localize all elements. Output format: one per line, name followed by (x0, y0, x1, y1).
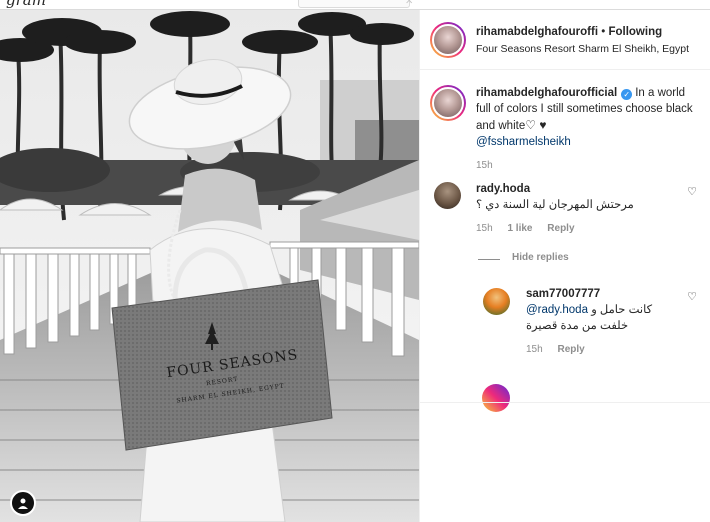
comment-reply-button[interactable]: Reply (547, 223, 574, 234)
next-reply-avatar[interactable] (482, 384, 510, 412)
comment-meta: 15h 1 like Reply (476, 223, 683, 234)
clear-search-icon[interactable]: ✕ (405, 0, 413, 7)
heart-outline-icon[interactable]: ♡ (687, 185, 697, 198)
reply-text-block: sam77007777 @rady.hoda كانت حامل و خلفت … (526, 286, 683, 334)
hide-replies-toggle[interactable]: Hide replies (478, 252, 710, 266)
post-details-panel: rihamabdelghafouroffi • Following Four S… (419, 10, 710, 522)
search-input[interactable]: Search (298, 0, 410, 8)
author-username-link[interactable]: rihamabdelghafouroffi (476, 26, 598, 38)
comment-text-block: rady.hoda مرحتش المهرجان لية السنة دي ؟ (476, 181, 683, 213)
top-nav: gram Search ✕ (0, 0, 710, 10)
caption-username-link[interactable]: rihamabdelghafourofficial (476, 87, 617, 99)
following-button[interactable]: Following (608, 26, 662, 38)
photo-scene (0, 10, 419, 522)
comment-item: rady.hoda مرحتش المهرجان لية السنة دي ؟ 1… (420, 181, 710, 234)
caption-meta: 15h (476, 160, 701, 171)
reply-avatar[interactable] (483, 288, 510, 315)
caption-avatar[interactable] (430, 85, 466, 121)
hide-replies-line (478, 259, 500, 260)
caption-hearts: ♡ ♥ (525, 118, 547, 132)
author-avatar[interactable] (430, 22, 466, 58)
heart-outline-icon[interactable]: ♡ (687, 290, 697, 303)
post-header: rihamabdelghafouroffi • Following Four S… (420, 10, 710, 70)
reply-timestamp[interactable]: 15h (526, 344, 543, 355)
caption: rihamabdelghafourofficial ✓ In a world ful… (420, 71, 710, 171)
reply-username-link[interactable]: sam77007777 (526, 288, 600, 300)
tagged-user-icon[interactable] (10, 490, 36, 516)
separator-dot: • (601, 26, 606, 38)
comment-text: مرحتش المهرجان لية السنة دي ؟ (476, 199, 634, 211)
reply-mention-link[interactable]: @rady.hoda (526, 304, 588, 316)
reply-item: sam77007777 @rady.hoda كانت حامل و خلفت … (420, 286, 710, 355)
comments-list: rihamabdelghafourofficial ✓ In a world ful… (420, 71, 710, 355)
comment-likes-count[interactable]: 1 like (507, 223, 532, 234)
reply-reply-button[interactable]: Reply (557, 344, 584, 355)
caption-text-block: rihamabdelghafourofficial ✓ In a world ful… (476, 85, 701, 150)
hide-replies-label: Hide replies (512, 252, 569, 263)
caption-mention-link[interactable]: @fssharmelsheikh (476, 136, 571, 148)
post-photo[interactable]: FOUR SEASONS RESORT SHARM EL SHEIKH, EGY… (0, 10, 419, 522)
location-link[interactable]: Four Seasons Resort Sharm El Sheikh, Egy… (476, 43, 689, 55)
panel-divider (420, 402, 710, 403)
verified-badge-icon: ✓ (621, 89, 633, 100)
comment-timestamp[interactable]: 15h (476, 223, 493, 234)
caption-timestamp[interactable]: 15h (476, 160, 493, 171)
commenter-avatar[interactable] (434, 182, 461, 209)
instagram-logo[interactable]: gram (6, 0, 46, 9)
reply-meta: 15h Reply (526, 344, 683, 355)
comment-username-link[interactable]: rady.hoda (476, 183, 530, 195)
header-username-row: rihamabdelghafouroffi • Following (476, 26, 662, 38)
